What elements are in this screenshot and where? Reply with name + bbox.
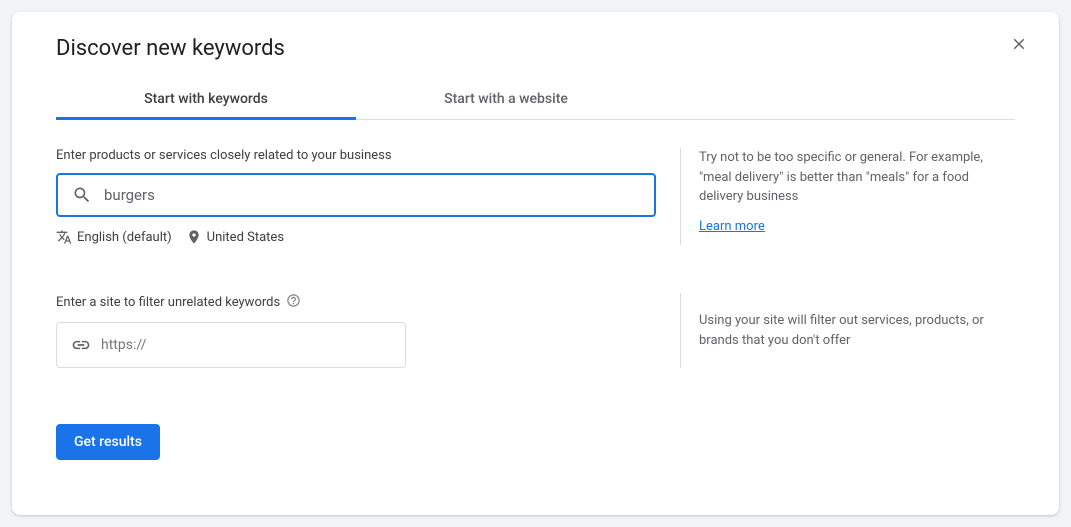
learn-more-link[interactable]: Learn more [699,217,765,237]
keyword-help-text: Try not to be too specific or general. F… [699,148,1015,207]
search-icon [72,185,92,205]
language-icon [56,229,72,245]
location-selector[interactable]: United States [186,229,284,245]
site-row: Enter a site to filter unrelated keyword… [56,293,1015,368]
keyword-left-col: Enter products or services closely relat… [56,148,656,245]
url-input[interactable] [101,337,391,353]
tabs: Start with keywords Start with a website [56,79,1015,120]
site-label-text: Enter a site to filter unrelated keyword… [56,295,280,310]
keyword-help-col: Try not to be too specific or general. F… [680,148,1015,245]
language-selector[interactable]: English (default) [56,229,172,245]
location-icon [186,229,202,245]
close-button[interactable] [1007,32,1031,56]
site-help-text: Using your site will filter out services… [699,311,1015,350]
help-icon [286,293,301,308]
discover-keywords-dialog: Discover new keywords Start with keyword… [12,12,1059,515]
site-field-label: Enter a site to filter unrelated keyword… [56,293,656,312]
tab-start-with-keywords[interactable]: Start with keywords [56,79,356,119]
keyword-row: Enter products or services closely relat… [56,148,1015,245]
get-results-button[interactable]: Get results [56,424,160,460]
keyword-input-container[interactable] [56,173,656,217]
locale-row: English (default) United States [56,229,656,245]
language-label: English (default) [77,230,172,245]
tab-start-with-website[interactable]: Start with a website [356,79,656,119]
site-left-col: Enter a site to filter unrelated keyword… [56,293,656,368]
link-icon [71,335,91,355]
keyword-field-label: Enter products or services closely relat… [56,148,656,163]
location-label: United States [207,230,284,245]
tab-label: Start with a website [444,91,568,107]
close-icon [1010,35,1028,53]
tab-label: Start with keywords [144,91,268,107]
keyword-input[interactable] [104,186,640,204]
site-help-col: Using your site will filter out services… [680,293,1015,368]
dialog-title: Discover new keywords [56,36,1015,61]
help-icon-button[interactable] [286,293,301,312]
url-input-container[interactable] [56,322,406,368]
